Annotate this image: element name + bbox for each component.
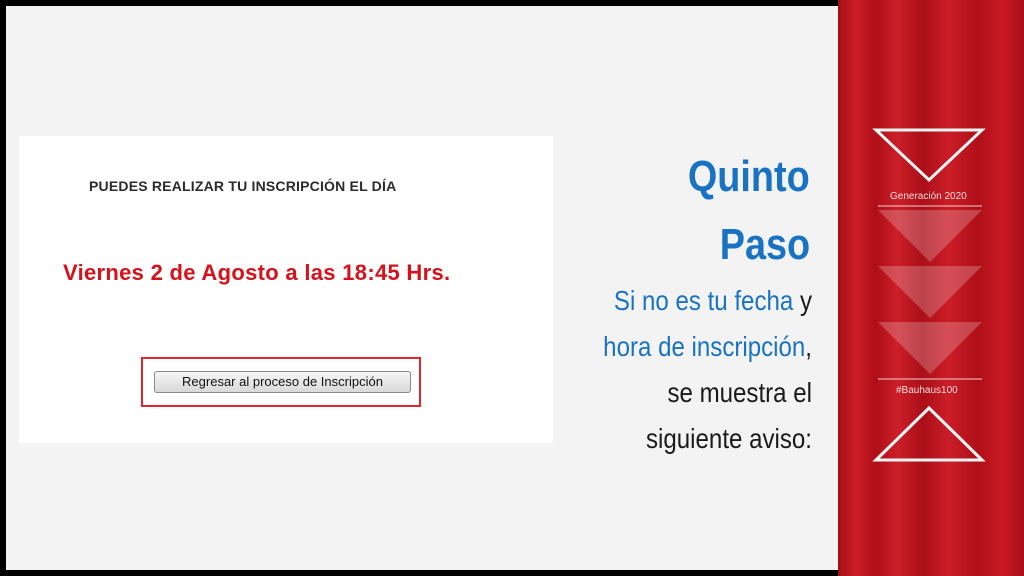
title-line-2: Paso: [719, 220, 810, 269]
title-line-1: Quinto: [688, 152, 810, 201]
triangle-outline-down-icon: [872, 128, 986, 183]
return-to-inscription-button[interactable]: Regresar al proceso de Inscripción: [154, 371, 411, 393]
instruction-text: Si no es tu fecha y hora de inscripción,…: [554, 278, 812, 462]
instruction-part-6: siguiente aviso:: [646, 423, 812, 454]
faded-triangle-3-icon: [878, 322, 982, 374]
faded-triangle-2-icon: [878, 266, 982, 318]
notice-heading: PUEDES REALIZAR TU INSCRIPCIÓN EL DÍA: [89, 178, 397, 194]
instruction-part-3: hora de inscripción: [603, 331, 806, 362]
red-curtain-sidebar: Generación 2020 #Bauhaus100: [838, 0, 1024, 576]
triangle-decoration: [872, 128, 986, 462]
instruction-part-1: Si no es tu fecha: [613, 285, 794, 316]
generation-tag: Generación 2020: [890, 191, 967, 202]
bauhaus-hashtag: #Bauhaus100: [896, 385, 958, 396]
faded-triangle-1-icon: [878, 210, 982, 262]
inscription-notice-screenshot: PUEDES REALIZAR TU INSCRIPCIÓN EL DÍA Vi…: [19, 136, 553, 443]
instruction-part-5: se muestra el: [667, 377, 812, 408]
notice-date: Viernes 2 de Agosto a las 18:45 Hrs.: [63, 260, 451, 285]
instruction-part-2: y: [793, 285, 812, 316]
instruction-part-4: ,: [805, 331, 812, 362]
triangle-outline-up-icon: [872, 405, 986, 462]
